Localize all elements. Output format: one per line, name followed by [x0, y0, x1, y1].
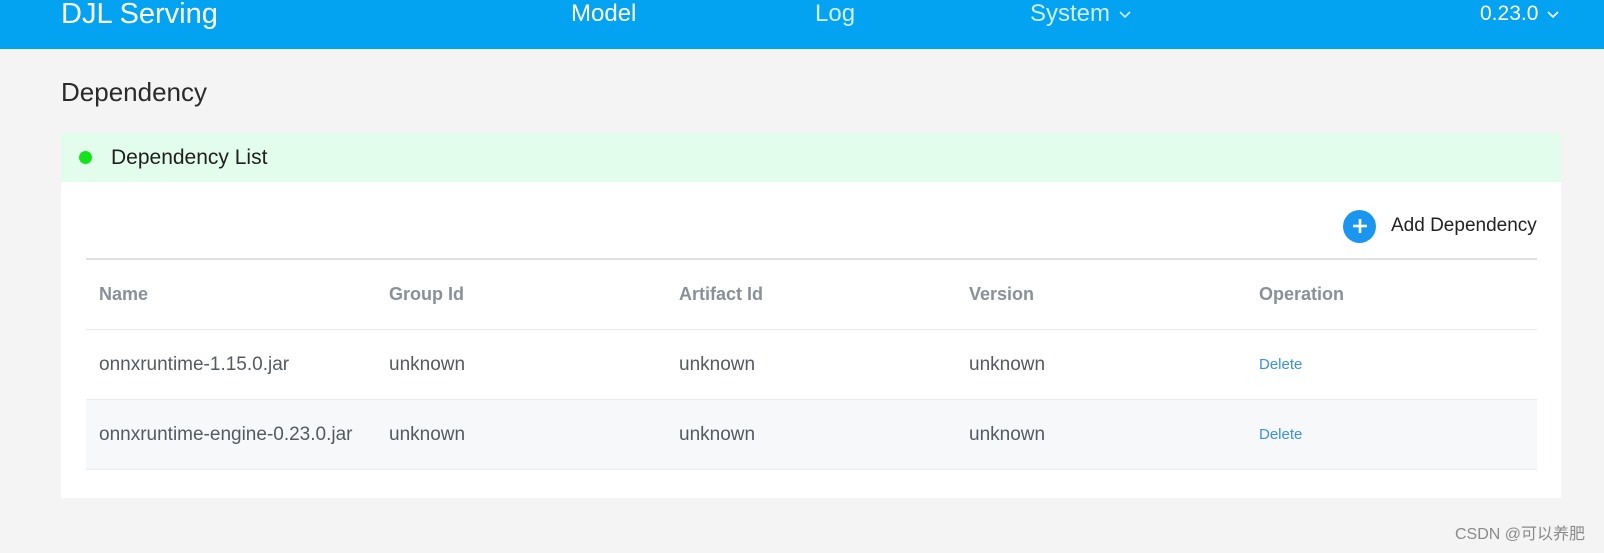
card-header: Dependency List — [61, 133, 1561, 182]
watermark: CSDN @可以养肥 — [1455, 526, 1586, 543]
delete-link[interactable]: Delete — [1259, 400, 1302, 469]
nav-model-label: Model — [571, 0, 637, 27]
cell-group-id: unknown — [389, 353, 466, 375]
nav-system-label: System — [1030, 0, 1111, 27]
status-dot-icon — [79, 151, 92, 164]
cell-group-id: unknown — [389, 423, 466, 445]
cell-name: onnxruntime-1.15.0.jar — [99, 353, 290, 375]
nav-system-dropdown[interactable]: System — [1030, 0, 1132, 32]
table-row: onnxruntime-1.15.0.jar unknown unknown u… — [86, 330, 1537, 400]
card-title: Dependency List — [111, 146, 268, 169]
cell-artifact-id: unknown — [679, 353, 756, 375]
version-label: 0.23.0 — [1480, 2, 1539, 25]
nav-model[interactable]: Model — [571, 0, 636, 32]
version-dropdown[interactable]: 0.23.0 — [1480, 0, 1560, 32]
cell-version: unknown — [969, 353, 1046, 375]
chevron-down-icon — [1118, 9, 1132, 19]
column-header-operation: Operation — [1259, 284, 1345, 304]
dependency-card: Dependency List Add Dependency Name Grou… — [61, 133, 1561, 498]
table-row: onnxruntime-engine-0.23.0.jar unknown un… — [86, 400, 1537, 470]
cell-artifact-id: unknown — [679, 423, 756, 445]
column-header-artifact-id: Artifact Id — [679, 284, 764, 304]
chevron-down-icon — [1546, 9, 1560, 19]
add-dependency-label: Add Dependency — [1391, 215, 1537, 236]
column-header-version: Version — [969, 284, 1035, 304]
brand-title[interactable]: DJL Serving — [61, 0, 218, 32]
column-header-group-id: Group Id — [389, 284, 464, 304]
delete-link[interactable]: Delete — [1259, 330, 1302, 399]
cell-name: onnxruntime-engine-0.23.0.jar — [99, 423, 353, 445]
table-header-row: Name Group Id Artifact Id Version Operat… — [86, 260, 1537, 330]
column-header-name: Name — [99, 284, 149, 304]
nav-log[interactable]: Log — [815, 0, 855, 32]
nav-log-label: Log — [815, 0, 856, 27]
dependency-table: Name Group Id Artifact Id Version Operat… — [86, 260, 1537, 470]
plus-circle-icon — [1343, 209, 1376, 243]
cell-version: unknown — [969, 423, 1046, 445]
add-dependency-button[interactable]: Add Dependency — [1343, 209, 1537, 243]
top-navbar: DJL Serving Model Log System 0.23.0 — [0, 0, 1604, 49]
page-title: Dependency — [61, 77, 207, 107]
